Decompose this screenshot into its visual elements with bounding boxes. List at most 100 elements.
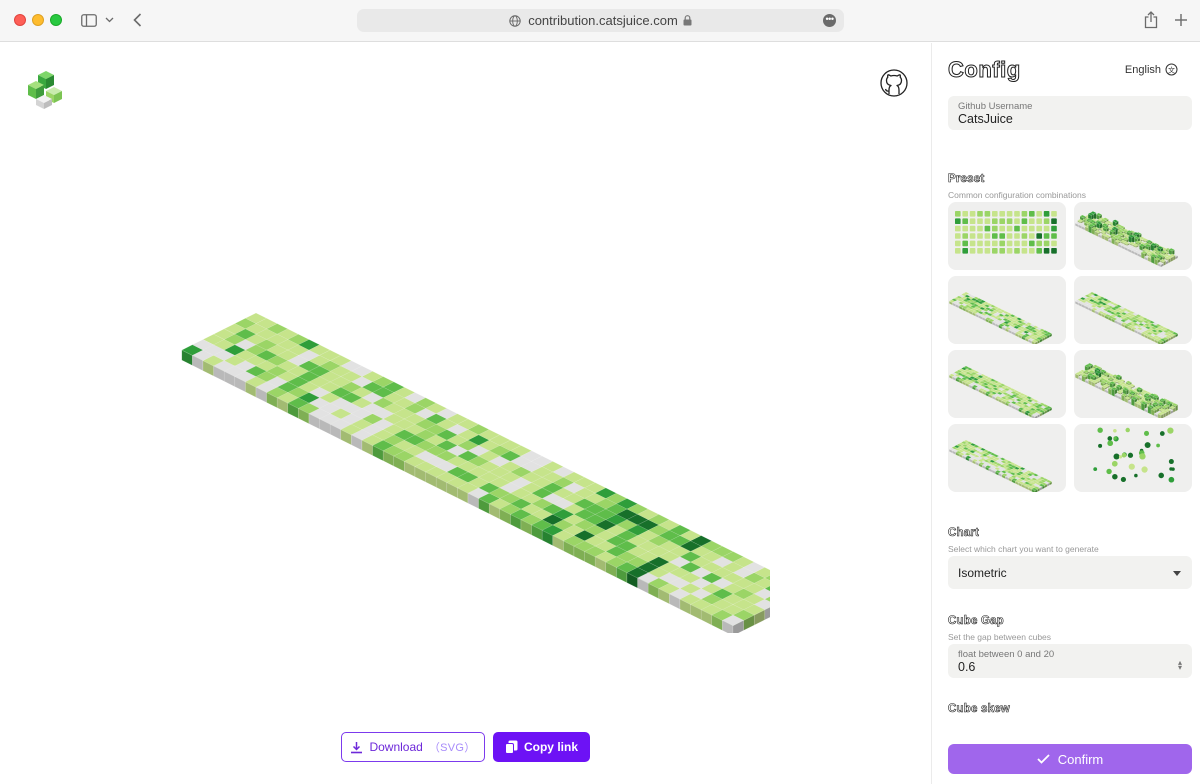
chevron-down-icon[interactable] (104, 9, 114, 31)
preset-cell (955, 233, 961, 239)
url-text: contribution.catsjuice.com (528, 13, 678, 28)
preset-thumbnail (1093, 427, 1175, 483)
preset-cell (1036, 218, 1042, 224)
download-button[interactable]: Download （SVG） (341, 732, 485, 762)
preset-dot (1167, 427, 1174, 434)
preset-option-5[interactable] (948, 350, 1066, 418)
preset-cell (999, 233, 1005, 239)
preset-dot (1128, 463, 1135, 470)
maximize-window-button[interactable] (50, 14, 62, 26)
preset-cell (992, 218, 998, 224)
copy-link-button[interactable]: Copy link (493, 732, 590, 762)
cube-logo[interactable] (24, 69, 68, 113)
preset-cell (1036, 211, 1042, 217)
plus-icon[interactable] (1172, 9, 1190, 31)
preset-dot (1113, 428, 1117, 433)
preset-cell (977, 225, 983, 232)
preset-thumbnail (1074, 362, 1179, 418)
cube-skew-title: Cube skew (948, 703, 1010, 716)
preset-cell (969, 218, 976, 224)
preset-cell (1014, 211, 1020, 217)
preset-cell (999, 225, 1005, 232)
preset-cell (1051, 225, 1057, 232)
preset-cell (1021, 218, 1028, 224)
dropdown-arrow-icon (1173, 571, 1181, 576)
cube-gap-value: 0.6 (958, 660, 976, 674)
chart-select[interactable]: Isometric (948, 556, 1192, 589)
preset-cell (992, 240, 998, 247)
preset-cell (1043, 225, 1050, 232)
action-bar: Download （SVG） Copy link (341, 732, 590, 762)
chart-subtitle: Select which chart you want to generate (948, 544, 1099, 554)
preset-dot (1139, 453, 1146, 460)
username-field[interactable]: Github Username CatsJuice (948, 96, 1192, 130)
preset-cell (984, 211, 991, 217)
more-icon[interactable]: ••• (823, 14, 836, 27)
cube-gap-hint: float between 0 and 20 (958, 649, 1055, 660)
chart-title: Chart (948, 527, 980, 540)
cube-gap-input[interactable]: float between 0 and 20 0.6 ▴ ▾ (948, 644, 1192, 678)
back-icon[interactable] (130, 9, 144, 31)
preset-cell (955, 211, 961, 217)
preset-dot (1120, 476, 1126, 483)
preset-cell (955, 225, 961, 232)
preset-cell (1006, 248, 1013, 254)
preset-dot (1097, 427, 1103, 433)
preset-dot (1159, 431, 1165, 436)
preset-dot (1093, 467, 1098, 471)
preset-option-4[interactable] (1074, 276, 1192, 344)
preset-dot (1098, 443, 1103, 448)
preset-option-1[interactable] (948, 202, 1066, 270)
address-bar[interactable]: contribution.catsjuice.com ••• (357, 9, 844, 32)
check-icon (1037, 754, 1050, 764)
preset-cell (999, 248, 1005, 254)
preset-cell (992, 233, 998, 239)
close-window-button[interactable] (14, 14, 26, 26)
preset-option-2[interactable] (1074, 202, 1192, 270)
number-stepper-icon[interactable]: ▴ ▾ (1178, 659, 1182, 672)
preset-cell (969, 240, 976, 247)
preset-dot (1112, 473, 1118, 480)
browser-toolbar: contribution.catsjuice.com ••• (0, 0, 1200, 42)
preset-cell (992, 248, 998, 254)
panel-title: Config (948, 57, 1021, 83)
preset-cell (1036, 240, 1042, 247)
preset-dot (1125, 427, 1130, 433)
preset-cell (1006, 225, 1013, 232)
preset-cell (977, 218, 983, 224)
preset-cell (969, 248, 976, 254)
preset-dot (1134, 473, 1138, 478)
preset-cell (984, 233, 991, 239)
config-panel: Config English 文 Github Username CatsJui… (931, 43, 1200, 784)
github-icon[interactable] (879, 68, 909, 98)
preset-cell (1051, 211, 1057, 217)
preset-option-8[interactable] (1074, 424, 1192, 492)
preset-cell (1036, 233, 1042, 239)
preset-cell (969, 233, 976, 239)
confirm-button[interactable]: Confirm (948, 744, 1192, 774)
language-switch[interactable]: English 文 (1125, 63, 1178, 76)
isometric-contribution-chart (181, 312, 770, 633)
preset-option-3[interactable] (948, 276, 1066, 344)
preset-cell (999, 211, 1005, 217)
preset-cell (1014, 240, 1020, 247)
preset-option-7[interactable] (948, 424, 1066, 492)
preset-cell (1014, 233, 1020, 239)
preset-cell (955, 248, 961, 254)
preset-dot (1107, 440, 1114, 447)
username-label: Github Username (958, 101, 1033, 112)
preset-cell (1006, 233, 1013, 239)
download-label: Download (369, 740, 423, 754)
preset-thumbnail (955, 211, 1057, 254)
share-icon[interactable] (1142, 9, 1160, 31)
cube-gap-title: Cube Gap (948, 615, 1004, 628)
preset-dot (1113, 453, 1120, 460)
preset-cell (977, 248, 983, 254)
minimize-window-button[interactable] (32, 14, 44, 26)
preset-cell (1021, 225, 1028, 232)
preset-cell (1043, 248, 1050, 254)
preset-option-6[interactable] (1074, 350, 1192, 418)
download-icon (351, 741, 363, 753)
preset-cell (962, 240, 968, 247)
sidebar-icon[interactable] (80, 9, 98, 31)
